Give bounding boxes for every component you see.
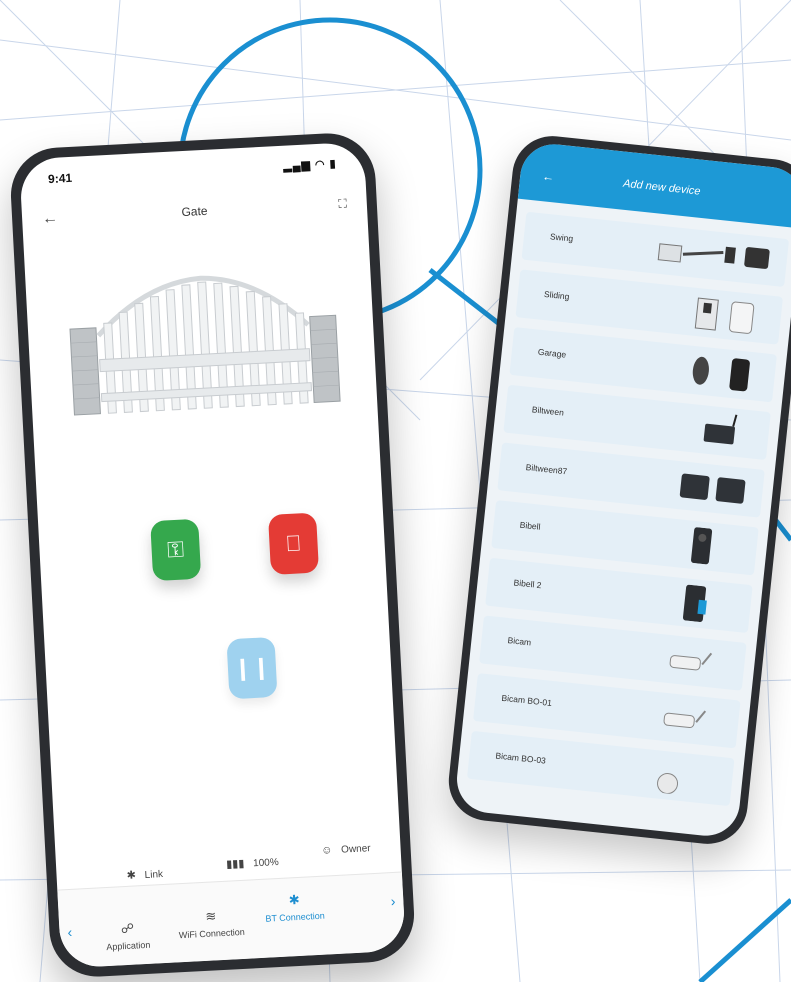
tab-label: BT Connection [265,910,325,924]
device-label: Bibell [519,519,541,532]
page-title: Add new device [622,177,702,198]
link-icon: ☍ [120,920,135,937]
pause-icon: ❙❙ [232,654,272,682]
gate-pillar-left [69,327,101,416]
device-label: Garage [537,346,567,360]
status-bar: 9:41 ▂▄▆ ◠ ▮ [48,157,338,190]
close-gate-button[interactable]: ⎕ [267,512,320,575]
tab-label: Application [106,939,151,953]
device-label: Bicam BO-03 [494,750,547,766]
bibell-2-image [682,584,707,623]
chevron-right-icon[interactable]: › [390,893,396,909]
bibell-image [691,527,713,565]
bluetooth-icon: ✱ [288,891,300,908]
sliding-opener-image [694,297,755,334]
bicam-image [669,652,713,671]
page-title: Gate [181,203,208,220]
device-label: Bibell 2 [513,577,542,591]
owner-status[interactable]: ☺ Owner [321,842,371,857]
device-list: Swing Sliding Garage Biltween Biltween87… [466,211,790,816]
device-label: Swing [549,231,574,244]
device-label: Bicam BO-01 [501,692,553,708]
device-label: Biltween [531,404,565,418]
chevron-left-icon[interactable]: ‹ [67,924,73,940]
wifi-icon: ≋ [205,908,217,924]
battery-icon: ▮▮▮ [225,857,245,871]
link-status[interactable]: ✱ Link [126,867,163,882]
top-nav: ← Gate ⛶ [42,195,348,235]
battery-label: 100% [252,856,280,870]
link-label: Link [144,869,164,881]
tab-bt-connection[interactable]: ✱ BT Connection [254,890,335,924]
battery-status: ▮▮▮ 100% [226,855,279,871]
device-label: Sliding [543,288,570,302]
expand-icon[interactable]: ⛶ [338,196,347,211]
status-icons: ▂▄▆ ◠ ▮ [282,157,338,173]
gate-illustration [69,275,341,416]
device-label: Bicam [507,635,532,648]
tab-wifi-connection[interactable]: ≋ WiFi Connection [171,906,252,940]
bicam-bo-01-image [663,710,707,729]
bicam-bo-03-image [657,773,679,795]
lock-icon: ⎕ [286,530,301,557]
phone-screen: 9:41 ▂▄▆ ◠ ▮ ← Gate ⛶ ⚿ ⎕ ❙❙ ✱ Link ▮▮▮ … [19,141,406,969]
open-gate-button[interactable]: ⚿ [150,518,202,582]
swing-opener-image [657,243,770,269]
user-icon: ☺ [320,844,333,857]
pause-button[interactable]: ❙❙ [226,636,278,700]
biltween87-image [679,473,746,504]
tab-application[interactable]: ☍ Application [87,919,168,953]
key-icon: ⚿ [166,536,185,563]
gate-pillar-right [309,314,341,403]
left-phone: 9:41 ▂▄▆ ◠ ▮ ← Gate ⛶ ⚿ ⎕ ❙❙ ✱ Link ▮▮▮ … [8,131,417,979]
bluetooth-icon: ✱ [126,869,137,882]
device-label: Biltween87 [525,462,568,477]
status-time: 9:41 [47,170,73,187]
garage-opener-image [692,356,750,392]
owner-label: Owner [340,843,371,856]
biltween-image [703,414,738,445]
tab-label: WiFi Connection [178,926,246,941]
